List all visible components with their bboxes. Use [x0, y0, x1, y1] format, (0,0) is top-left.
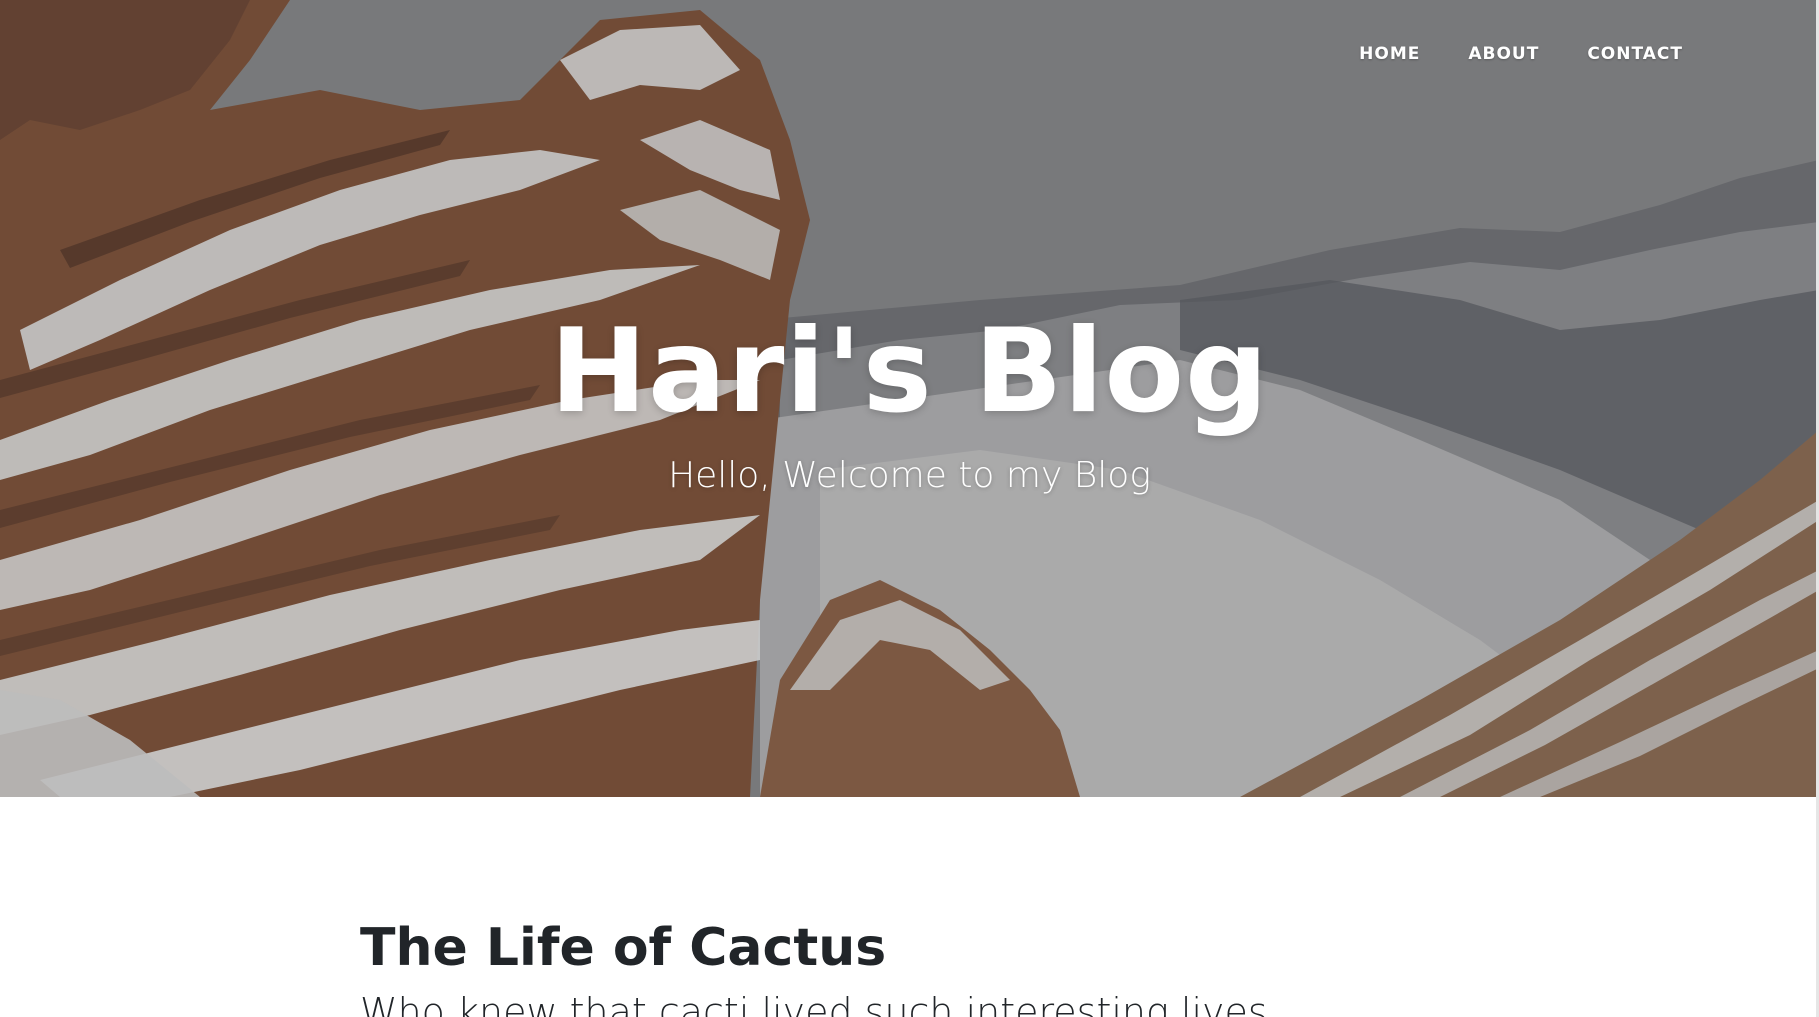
post-subtitle[interactable]: Who knew that cacti lived such interesti…: [360, 988, 1360, 1017]
site-subtitle: Hello, Welcome to my Blog: [668, 455, 1151, 496]
nav-link-home[interactable]: HOME: [1359, 44, 1420, 64]
post-title[interactable]: The Life of Cactus: [360, 912, 1360, 984]
nav-link-about[interactable]: ABOUT: [1468, 44, 1539, 64]
page: HOME ABOUT CONTACT Hari's Blog Hello, We…: [0, 0, 1819, 1017]
nav-link-contact[interactable]: CONTACT: [1587, 44, 1683, 64]
site-title: Hari's Blog: [549, 304, 1270, 439]
main-nav: HOME ABOUT CONTACT: [1359, 44, 1683, 64]
post-preview[interactable]: The Life of Cactus Who knew that cacti l…: [360, 912, 1360, 1017]
hero-header: HOME ABOUT CONTACT Hari's Blog Hello, We…: [0, 0, 1819, 797]
